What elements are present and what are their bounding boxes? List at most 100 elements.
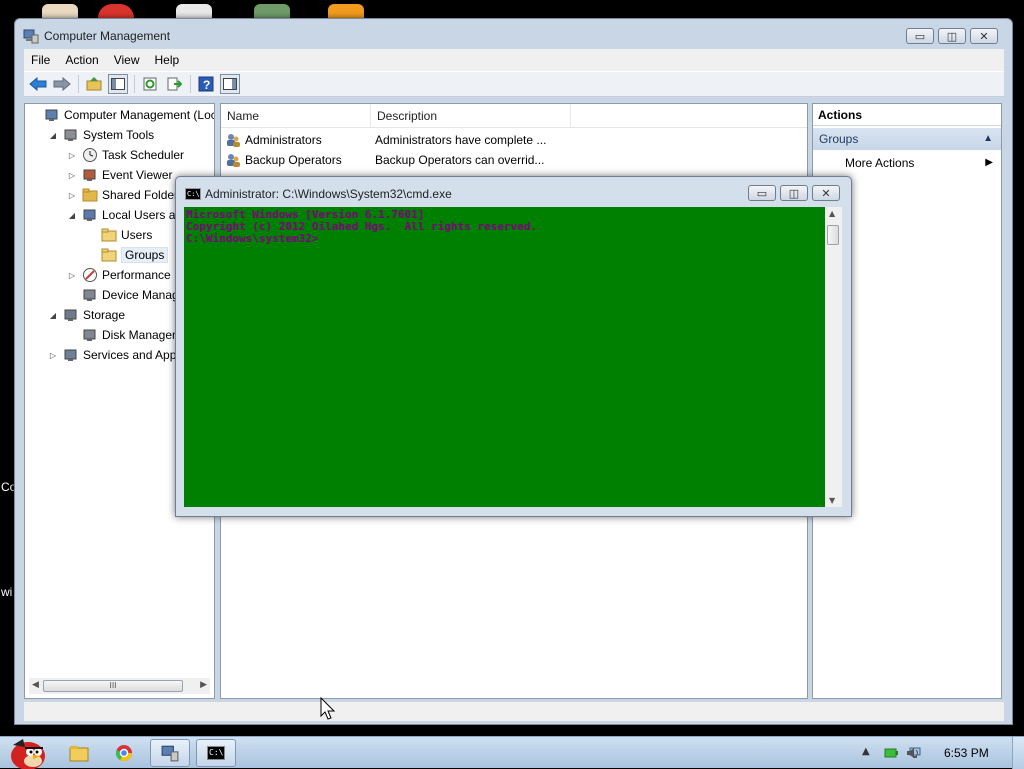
column-header-name[interactable]: Name	[221, 104, 371, 128]
cmd-restore-button[interactable]: ◫	[780, 185, 808, 201]
desktop-icon-4[interactable]	[254, 4, 290, 18]
tree-item-label: Shared Folders	[102, 188, 185, 202]
more-actions-item[interactable]: More Actions ▶	[813, 152, 1001, 174]
menu-view[interactable]: View	[114, 53, 140, 67]
svg-text:?: ?	[203, 78, 210, 92]
cmd-window-title[interactable]: Administrator: C:\Windows\System32\cmd.e…	[205, 187, 452, 201]
toolbar-separator	[78, 75, 79, 93]
close-button[interactable]: ✕	[970, 28, 998, 44]
device-manager-icon	[83, 289, 96, 301]
tree-item-label: Task Scheduler	[102, 148, 185, 162]
expand-triangle-icon[interactable]: ▷	[67, 151, 77, 160]
collapse-triangle-icon[interactable]: ◢	[67, 211, 77, 220]
tree-item-label: Performance	[102, 268, 171, 282]
forward-arrow-icon[interactable]	[52, 74, 72, 94]
scroll-down-arrow-icon[interactable]: ▼	[829, 496, 835, 505]
minimize-button[interactable]: ▭	[906, 28, 934, 44]
tree-item[interactable]: ▷ Task Scheduler	[67, 146, 184, 164]
group-description: Backup Operators can overrid...	[375, 153, 545, 167]
actions-section-groups[interactable]: Groups ▲	[813, 128, 1001, 150]
tree-item[interactable]: ◢ System Tools	[48, 126, 154, 144]
desktop-label-partial-2[interactable]: wi	[1, 585, 12, 599]
battery-icon[interactable]	[884, 746, 898, 760]
tree-item-label: Storage	[83, 308, 126, 322]
collapse-arrow-icon[interactable]: ▲	[983, 128, 993, 150]
show-hide-action-pane-icon[interactable]	[220, 74, 240, 94]
console-prompt: C:\Windows\system32>	[186, 232, 319, 245]
scroll-left-arrow-icon[interactable]: ◀	[32, 680, 39, 690]
tree-item[interactable]: Device Manager	[67, 286, 189, 304]
tree-horizontal-scrollbar[interactable]: ◀ III ▶	[29, 678, 210, 694]
toolbar-separator	[190, 75, 191, 93]
cmd-minimize-button[interactable]: ▭	[748, 185, 776, 201]
back-arrow-icon[interactable]	[28, 74, 48, 94]
cmd-vertical-scrollbar[interactable]: ▲ ▼	[825, 207, 842, 507]
storage-icon	[64, 309, 77, 321]
status-bar	[24, 701, 1004, 721]
chrome-taskbar-button[interactable]	[104, 739, 144, 767]
help-icon[interactable]: ?	[196, 74, 216, 94]
desktop-icon-5[interactable]	[328, 4, 364, 18]
expand-triangle-icon[interactable]: ▷	[67, 191, 77, 200]
show-hide-tree-icon[interactable]	[108, 74, 128, 94]
desktop-icon-3[interactable]	[176, 4, 212, 18]
cmd-scroll-thumb[interactable]	[827, 225, 839, 245]
tree-item[interactable]: ◢ Storage	[48, 306, 125, 324]
expand-triangle-icon[interactable]: ▷	[67, 271, 77, 280]
menu-file[interactable]: File	[31, 53, 50, 67]
computer-management-taskbar-button[interactable]	[150, 739, 190, 767]
toolbar: ?	[24, 71, 1004, 97]
list-header: Name Description	[221, 104, 807, 128]
row-name-cell: Administrators	[225, 132, 375, 148]
expand-triangle-icon[interactable]: ▷	[67, 171, 77, 180]
title-bar[interactable]: Computer Management ▭ ◫ ✕	[15, 19, 1012, 47]
tree-item[interactable]: ▷ Event Viewer	[67, 166, 173, 184]
tree-item[interactable]: Users	[86, 226, 152, 244]
list-row[interactable]: Administrators Administrators have compl…	[225, 130, 575, 150]
volume-icon[interactable]	[906, 746, 920, 760]
scroll-right-arrow-icon[interactable]: ▶	[200, 680, 207, 690]
restore-button[interactable]: ◫	[938, 28, 966, 44]
tree-item[interactable]: ▷ Performance	[67, 266, 171, 284]
show-hidden-icons-icon[interactable]: ▲	[862, 746, 870, 757]
clock[interactable]: 6:53 PM	[944, 746, 989, 760]
cmd-taskbar-button[interactable]: C:\	[196, 739, 236, 767]
menu-action[interactable]: Action	[65, 53, 98, 67]
mouse-cursor-icon	[320, 697, 336, 720]
desktop-icon-1[interactable]	[42, 4, 78, 18]
group-name: Backup Operators	[245, 153, 342, 167]
local-users-icon	[83, 209, 96, 221]
console-output[interactable]: Microsoft Windows [Version 6.1.7601] Cop…	[184, 207, 825, 507]
menu-help[interactable]: Help	[155, 53, 180, 67]
tree-item[interactable]: Groups	[86, 246, 169, 264]
cmd-close-button[interactable]: ✕	[812, 185, 840, 201]
expand-triangle-icon[interactable]: ▷	[48, 351, 58, 360]
up-folder-icon[interactable]	[84, 74, 104, 94]
list-row[interactable]: Backup Operators Backup Operators can ov…	[225, 150, 575, 170]
scroll-up-arrow-icon[interactable]: ▲	[829, 209, 835, 218]
tree-item[interactable]: ◢ Local Users and	[67, 206, 189, 224]
collapse-triangle-icon[interactable]: ◢	[48, 131, 58, 140]
tree-item[interactable]: Computer Management (Loca	[29, 106, 214, 124]
folder-icon	[101, 228, 117, 242]
refresh-icon[interactable]	[140, 74, 160, 94]
tree-item[interactable]: ▷ Services and Applic	[48, 346, 188, 364]
start-orb-icon	[11, 739, 45, 769]
group-name: Administrators	[245, 133, 322, 147]
desktop-icon-2[interactable]	[98, 4, 134, 18]
tree-item[interactable]: Disk Manageme	[67, 326, 189, 344]
column-header-description[interactable]: Description	[371, 104, 571, 128]
scroll-thumb[interactable]: III	[43, 680, 183, 692]
collapse-triangle-icon[interactable]: ◢	[48, 311, 58, 320]
group-icon	[227, 134, 240, 147]
cmd-icon: C:\	[207, 746, 225, 760]
tree-item[interactable]: ▷ Shared Folders	[67, 186, 184, 204]
system-tools-icon	[64, 129, 77, 141]
tree-item-label: Services and Applic	[83, 348, 188, 362]
export-list-icon[interactable]	[164, 74, 184, 94]
services-icon	[64, 349, 77, 361]
start-button[interactable]	[0, 739, 52, 769]
explorer-taskbar-button[interactable]	[59, 739, 99, 767]
computer-management-icon	[161, 745, 179, 762]
show-desktop-button[interactable]	[1012, 737, 1024, 769]
